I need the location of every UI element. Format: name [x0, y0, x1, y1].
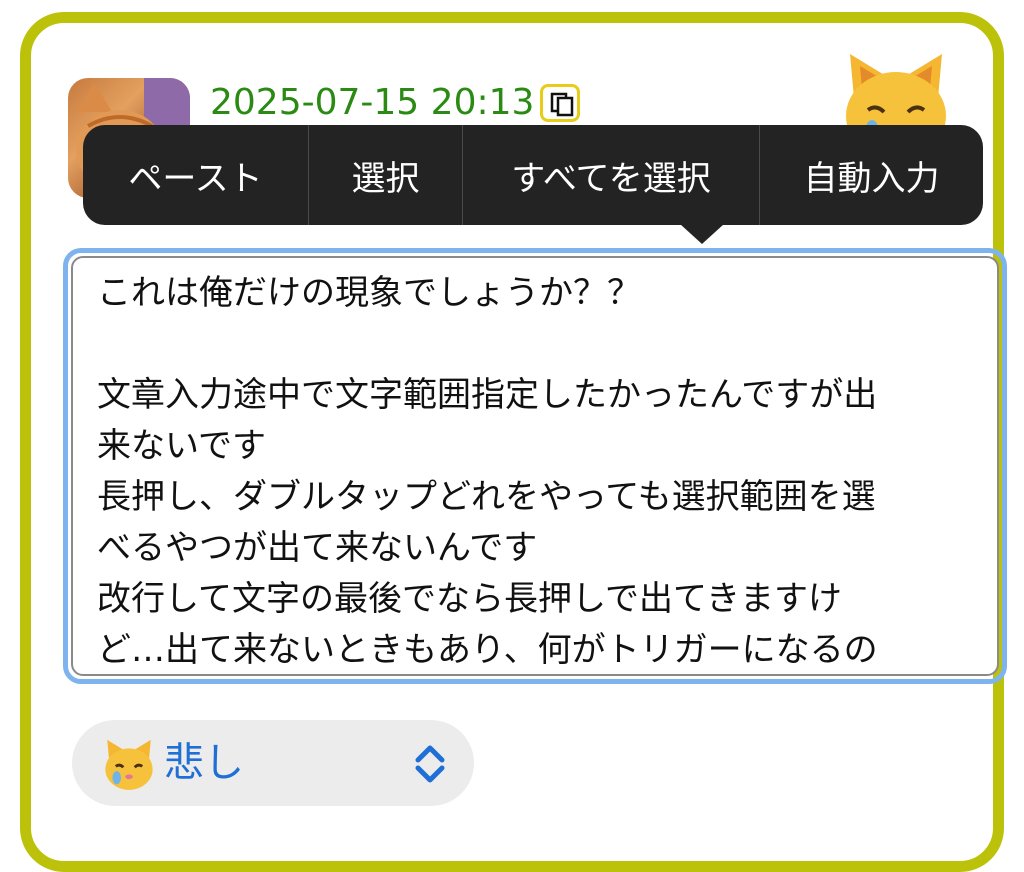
context-menu-pointer — [680, 224, 724, 244]
post-text-editor[interactable]: これは俺だけの現象でしょうか？？ 文章入力途中で文字範囲指定したかったんですが出… — [71, 256, 999, 676]
editor-line: これは俺だけの現象でしょうか？？ — [97, 273, 641, 313]
menu-item-label: すべてを選択 — [511, 158, 711, 199]
text-editor-focus-ring: これは俺だけの現象でしょうか？？ 文章入力途中で文字範囲指定したかったんですが出… — [63, 248, 1007, 684]
menu-item-select[interactable]: 選択 — [309, 125, 462, 225]
menu-item-label: 選択 — [351, 158, 420, 199]
copy-icon — [550, 92, 574, 117]
text-context-menu: ペースト 選択 すべてを選択 自動入力 — [83, 125, 983, 225]
editor-line: 長押し、ダブルタップどれをやっても選択範囲を選 — [97, 477, 876, 517]
crying-cat-face-icon — [105, 739, 153, 790]
editor-line: べるやつが出て来ないんです — [97, 528, 538, 568]
mood-select[interactable]: 悲し — [72, 720, 474, 806]
menu-item-autofill[interactable]: 自動入力 — [760, 125, 983, 225]
post-timestamp: 2025-07-15 20:13 — [210, 82, 535, 123]
chevron-up-down-icon — [415, 745, 445, 783]
editor-line: 文章入力途中で文字範囲指定したかったんですが出 — [97, 375, 878, 415]
editor-line: ど…出て来ないときもあり、何がトリガーになるの — [97, 630, 878, 670]
menu-item-select-all[interactable]: すべてを選択 — [463, 125, 759, 225]
editor-line: 改行して文字の最後でなら長押しで出てきますけ — [97, 579, 842, 619]
menu-item-paste[interactable]: ペースト — [83, 125, 308, 225]
copy-button[interactable] — [540, 84, 580, 122]
editor-line: 来ないです — [97, 426, 266, 466]
mood-select-label: 悲し — [164, 740, 244, 786]
menu-item-label: 自動入力 — [803, 158, 940, 199]
menu-item-label: ペースト — [128, 158, 263, 199]
